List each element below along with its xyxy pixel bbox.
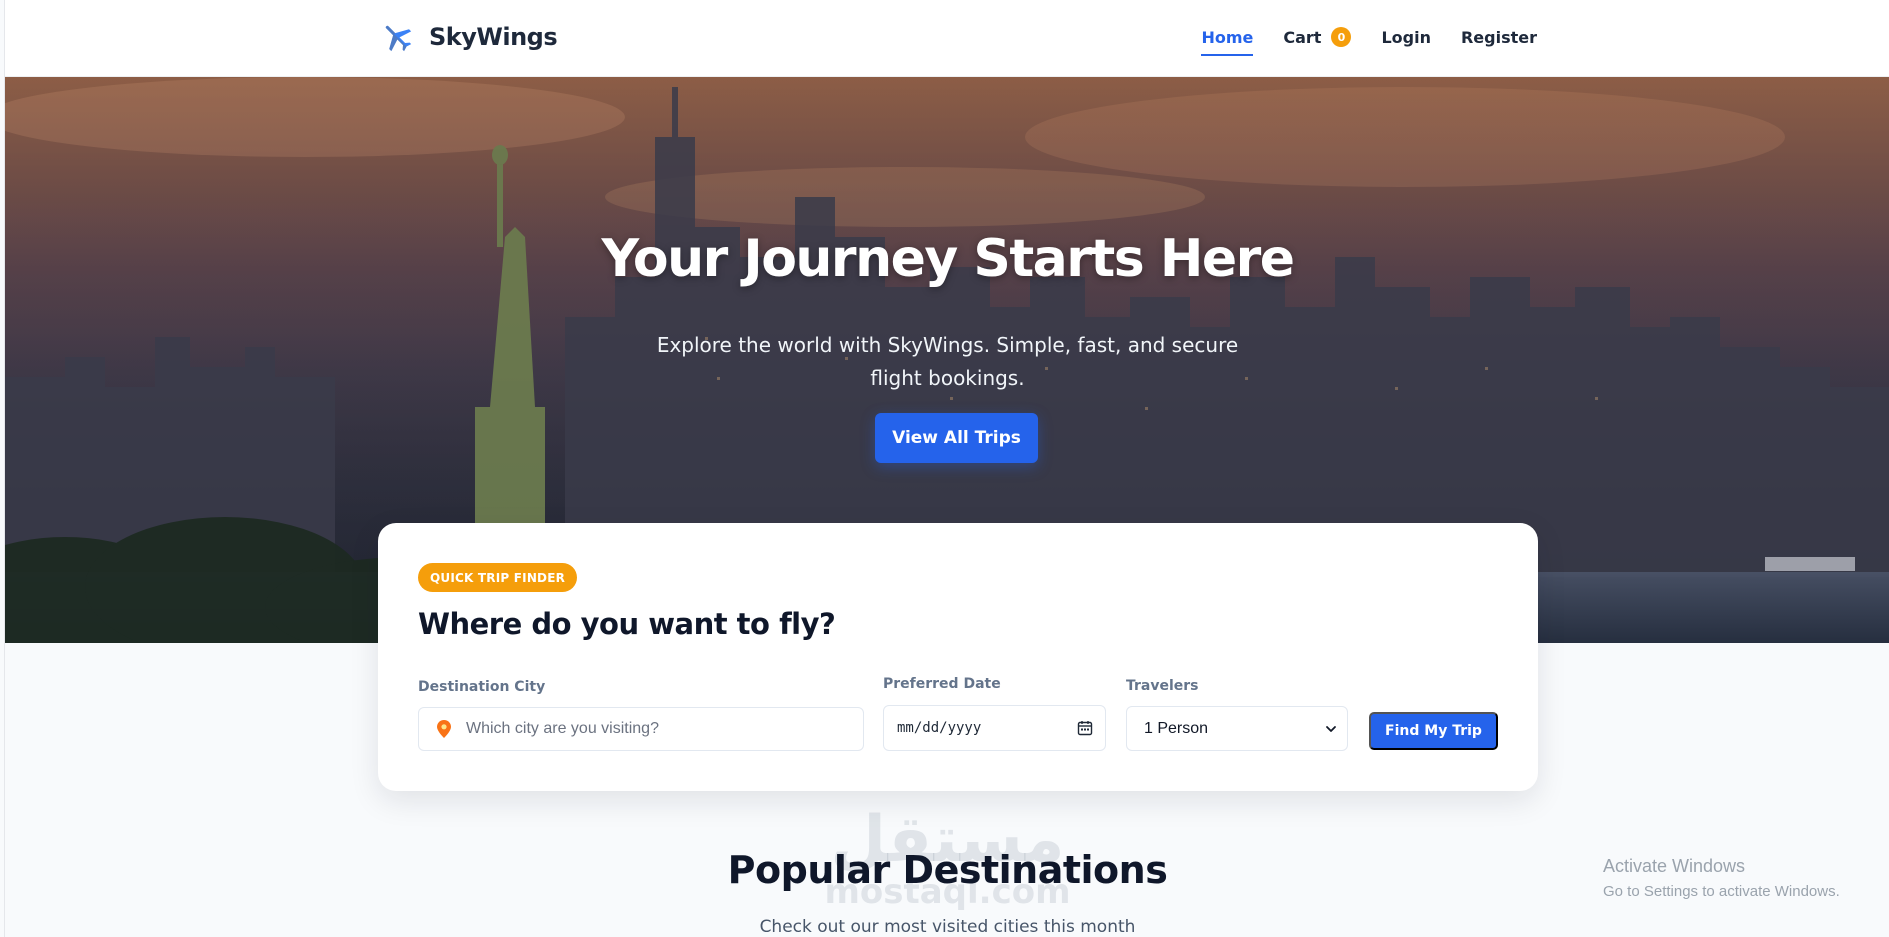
destination-placeholder: Which city are you visiting? bbox=[466, 720, 659, 737]
activate-windows-hint: Go to Settings to activate Windows. bbox=[1603, 883, 1840, 900]
nav-cart-label: Cart bbox=[1283, 27, 1322, 47]
page: SkyWings Home Cart 0 Login Register Your… bbox=[4, 0, 1889, 937]
quick-trip-finder-badge: QUICK TRIP FINDER bbox=[418, 563, 578, 592]
hero-subtitle-line2: flight bookings. bbox=[870, 366, 1025, 390]
activate-windows-title: Activate Windows bbox=[1603, 856, 1746, 876]
destination-label: Destination City bbox=[418, 679, 546, 695]
date-placeholder: mm/dd/yyyy bbox=[897, 720, 982, 736]
nav-links: Home Cart 0 Login Register bbox=[1201, 24, 1537, 56]
nav-login-link[interactable]: Login bbox=[1381, 24, 1431, 50]
view-all-trips-button[interactable]: View All Trips bbox=[875, 413, 1038, 463]
trip-finder-card: QUICK TRIP FINDER Where do you want to f… bbox=[378, 523, 1538, 791]
date-label: Preferred Date bbox=[883, 676, 1001, 692]
chevron-down-icon bbox=[1326, 725, 1336, 732]
brand-name: SkyWings bbox=[429, 23, 558, 51]
hero-title: Your Journey Starts Here bbox=[601, 229, 1295, 289]
nav-cart-link[interactable]: Cart 0 bbox=[1283, 24, 1352, 50]
travelers-label: Travelers bbox=[1126, 678, 1199, 694]
calendar-icon[interactable] bbox=[1077, 720, 1093, 736]
brand-logo[interactable]: SkyWings bbox=[379, 17, 558, 57]
map-pin-icon bbox=[437, 720, 451, 738]
airplane-icon bbox=[385, 25, 412, 52]
date-input[interactable]: mm/dd/yyyy bbox=[883, 705, 1106, 751]
travelers-select[interactable]: 1 Person bbox=[1126, 706, 1348, 751]
find-my-trip-button[interactable]: Find My Trip bbox=[1369, 712, 1498, 750]
destination-input[interactable]: Which city are you visiting? bbox=[418, 707, 864, 751]
cart-count-badge: 0 bbox=[1331, 27, 1352, 47]
nav-register-link[interactable]: Register bbox=[1461, 24, 1537, 50]
activate-windows-overlay: Activate Windows Go to Settings to activ… bbox=[1603, 856, 1840, 900]
finder-title: Where do you want to fly? bbox=[418, 607, 836, 641]
hero-subtitle: Explore the world with SkyWings. Simple,… bbox=[5, 329, 1889, 395]
hero-subtitle-line1: Explore the world with SkyWings. Simple,… bbox=[656, 333, 1239, 357]
navbar: SkyWings Home Cart 0 Login Register bbox=[5, 0, 1889, 77]
popular-destinations-subtitle: Check out our most visited cities this m… bbox=[759, 917, 1136, 937]
travelers-selected-value: 1 Person bbox=[1144, 719, 1209, 737]
nav-home-link[interactable]: Home bbox=[1201, 24, 1253, 56]
